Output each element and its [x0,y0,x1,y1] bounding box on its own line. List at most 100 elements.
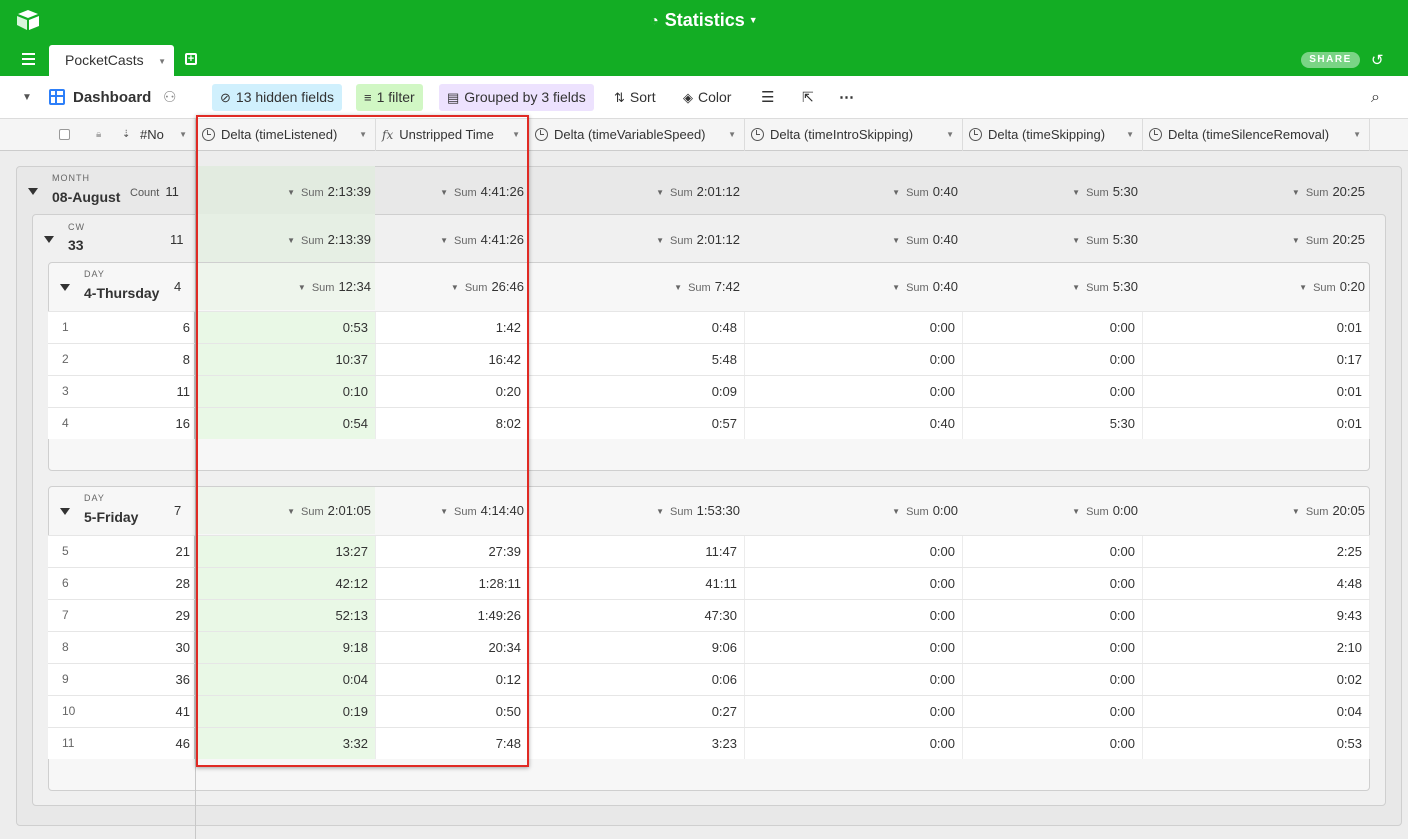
group-summary-cell[interactable]: ▼ Sum 20:25 [1292,232,1365,247]
table-cell[interactable]: 42:12 [196,568,376,599]
table-cell[interactable]: 0:40 [745,408,963,439]
primary-cell[interactable]: 41 [88,696,195,727]
chevron-down-icon[interactable]: ▼ [1072,507,1080,516]
base-title[interactable]: ◔ Statistics ▼ [0,10,1408,31]
group-summary-cell[interactable]: ▼ Sum 4:14:40 [440,503,524,518]
table-cell[interactable]: 41:11 [529,568,745,599]
chevron-down-icon[interactable]: ▼ [656,188,664,197]
collapse-group-icon[interactable] [44,236,54,243]
row-number[interactable]: 10 [48,696,88,727]
chevron-down-icon[interactable]: ▼ [1072,236,1080,245]
group-summary-cell[interactable]: ▼ Sum 2:01:12 [656,232,740,247]
group-summary-cell[interactable]: ▼ Sum 0:40 [892,184,958,199]
table-cell[interactable]: 0:00 [963,632,1143,663]
collapse-group-icon[interactable] [28,188,38,195]
group-summary-cell[interactable]: ▼ Sum 0:40 [892,279,958,294]
column-header-delta-intro-skipping[interactable]: Delta (timeIntroSkipping) ▼ [745,119,963,151]
table-cell[interactable]: 0:00 [963,568,1143,599]
table-cell[interactable]: 0:19 [196,696,376,727]
table-row[interactable]: 10 41 0:19 0:50 0:27 0:00 0:00 0:04 [48,695,1370,727]
chevron-down-icon[interactable]: ▼ [656,236,664,245]
primary-cell[interactable]: 6 [88,312,195,343]
table-cell[interactable]: 0:06 [529,664,745,695]
chevron-down-icon[interactable]: ▼ [1072,188,1080,197]
table-cell[interactable]: 1:28:11 [376,568,529,599]
table-cell[interactable]: 0:00 [745,664,963,695]
chevron-down-icon[interactable]: ▼ [892,236,900,245]
table-row[interactable]: 5 21 13:27 27:39 11:47 0:00 0:00 2:25 [48,535,1370,567]
table-cell[interactable]: 9:43 [1143,600,1370,631]
row-height-icon[interactable]: ☰ [761,84,774,111]
filter-button[interactable]: ≡ 1 filter [356,84,423,111]
chevron-down-icon[interactable]: ▼ [946,119,954,150]
table-cell[interactable]: 5:30 [963,408,1143,439]
table-row[interactable]: 1 6 0:53 1:42 0:48 0:00 0:00 0:01 [48,311,1370,343]
table-cell[interactable]: 0:00 [963,536,1143,567]
table-cell[interactable]: 0:09 [529,376,745,407]
table-cell[interactable]: 0:01 [1143,408,1370,439]
table-cell[interactable]: 0:53 [196,312,376,343]
group-summary-cell[interactable]: ▼ Sum 4:41:26 [440,184,524,199]
table-row[interactable]: 8 30 9:18 20:34 9:06 0:00 0:00 2:10 [48,631,1370,663]
table-cell[interactable]: 27:39 [376,536,529,567]
chevron-down-icon[interactable]: ▼ [512,119,520,150]
table-cell[interactable]: 20:34 [376,632,529,663]
group-summary-cell[interactable]: ▼ Sum 0:00 [892,503,958,518]
table-cell[interactable]: 0:00 [963,664,1143,695]
table-cell[interactable]: 0:10 [196,376,376,407]
chevron-down-icon[interactable]: ▼ [359,119,367,150]
group-summary-cell[interactable]: ▼ Sum 7:42 [674,279,740,294]
table-cell[interactable]: 0:00 [963,376,1143,407]
table-cell[interactable]: 10:37 [196,344,376,375]
chevron-down-icon[interactable]: ▼ [728,119,736,150]
chevron-down-icon[interactable]: ▼ [287,236,295,245]
table-cell[interactable]: 5:48 [529,344,745,375]
search-icon[interactable]: ⌕ [1371,84,1380,111]
table-cell[interactable]: 0:00 [963,728,1143,759]
row-number[interactable]: 11 [48,728,88,759]
chevron-down-icon[interactable]: ▼ [158,57,166,66]
group-summary-cell[interactable]: ▼ Sum 0:00 [1072,503,1138,518]
row-number[interactable]: 3 [48,376,88,407]
chevron-down-icon[interactable]: ▼ [440,236,448,245]
chevron-down-icon[interactable]: ▼ [1292,188,1300,197]
table-cell[interactable]: 16:42 [376,344,529,375]
table-cell[interactable]: 0:00 [963,344,1143,375]
primary-cell[interactable]: 11 [88,376,195,407]
share-view-icon[interactable]: ⇱ [802,84,814,111]
primary-cell[interactable]: 28 [88,568,195,599]
table-cell[interactable]: 7:48 [376,728,529,759]
table-cell[interactable]: 0:00 [745,728,963,759]
table-cell[interactable]: 0:20 [376,376,529,407]
table-cell[interactable]: 0:50 [376,696,529,727]
primary-cell[interactable]: 29 [88,600,195,631]
collapse-group-icon[interactable] [60,508,70,515]
group-button[interactable]: ▤ Grouped by 3 fields [439,84,594,111]
group-summary-cell[interactable]: ▼ Sum 2:01:05 [287,503,371,518]
table-row[interactable]: 6 28 42:12 1:28:11 41:11 0:00 0:00 4:48 [48,567,1370,599]
table-cell[interactable]: 13:27 [196,536,376,567]
table-cell[interactable]: 1:49:26 [376,600,529,631]
chevron-down-icon[interactable]: ▼ [1126,119,1134,150]
group-summary-cell[interactable]: ▼ Sum 5:30 [1072,232,1138,247]
collapse-group-icon[interactable] [60,284,70,291]
table-cell[interactable]: 0:48 [529,312,745,343]
group-summary-cell[interactable]: ▼ Sum 26:46 [451,279,524,294]
table-cell[interactable]: 0:00 [745,600,963,631]
table-cell[interactable]: 47:30 [529,600,745,631]
row-number[interactable]: 1 [48,312,88,343]
primary-cell[interactable]: 36 [88,664,195,695]
column-header-delta-variable-speed[interactable]: Delta (timeVariableSpeed) ▼ [529,119,745,151]
primary-cell[interactable]: 46 [88,728,195,759]
primary-cell[interactable]: 30 [88,632,195,663]
share-button[interactable]: SHARE [1301,52,1360,68]
table-cell[interactable]: 0:04 [196,664,376,695]
table-cell[interactable]: 2:10 [1143,632,1370,663]
table-cell[interactable]: 52:13 [196,600,376,631]
group-summary-cell[interactable]: ▼ Sum 1:53:30 [656,503,740,518]
chevron-down-icon[interactable]: ▼ [287,188,295,197]
chevron-down-icon[interactable]: ▼ [892,283,900,292]
table-cell[interactable]: 9:18 [196,632,376,663]
hamburger-menu-icon[interactable] [22,53,35,65]
column-header-unstripped-time[interactable]: fx Unstripped Time ▼ [376,119,529,151]
